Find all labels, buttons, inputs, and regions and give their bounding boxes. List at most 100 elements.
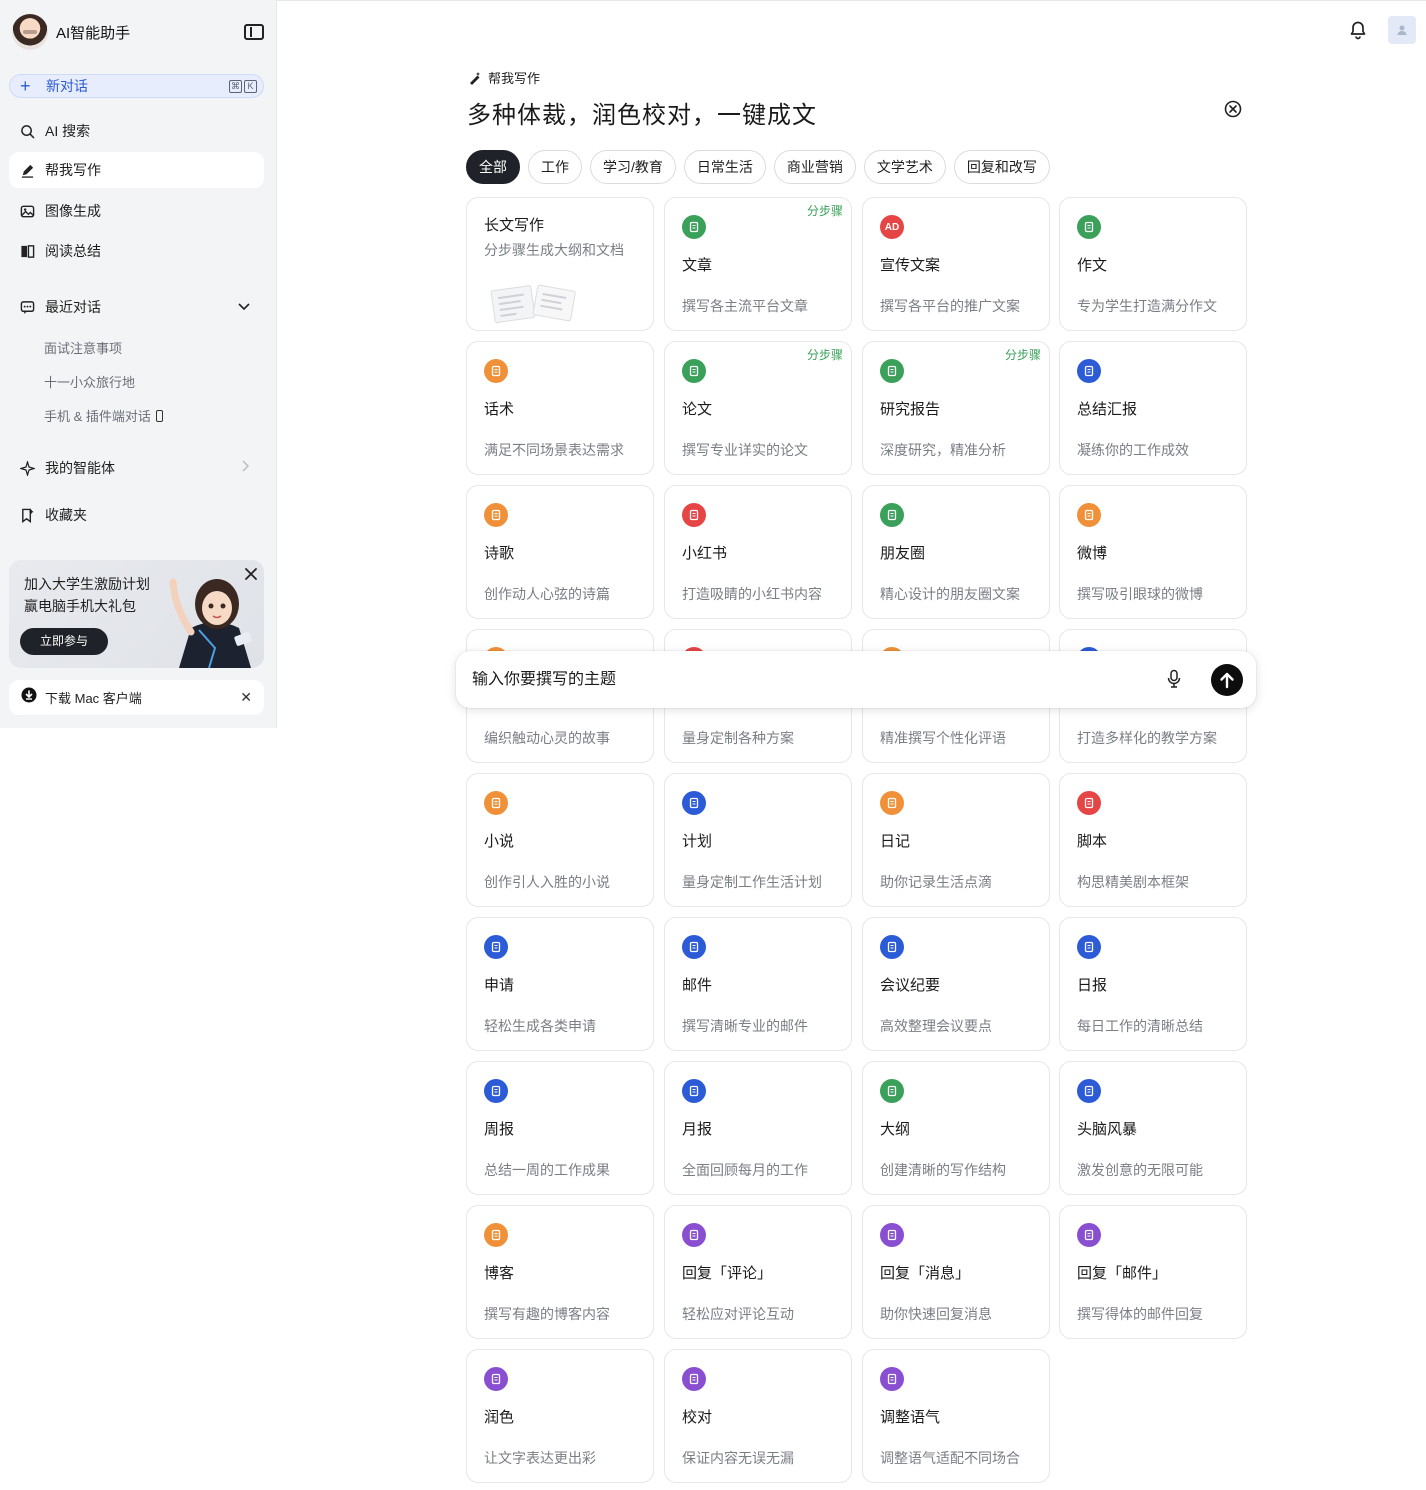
recent-item[interactable]: 面试注意事项	[44, 338, 122, 357]
calendar-icon	[682, 1079, 706, 1103]
writing-card[interactable]: 回复「评论」 轻松应对评论互动	[664, 1205, 852, 1339]
recent-item[interactable]: 十一小众旅行地	[44, 372, 135, 391]
writing-card[interactable]: 大纲 创建清晰的写作结构	[862, 1061, 1050, 1195]
writing-card[interactable]: 周报 总结一周的工作成果	[466, 1061, 654, 1195]
topic-input[interactable]	[472, 670, 1112, 689]
writing-card[interactable]: 申请 轻松生成各类申请	[466, 917, 654, 1051]
join-button[interactable]: 立即参与	[20, 628, 108, 655]
card-title: 润色	[484, 1409, 515, 1426]
writing-card[interactable]: 计划 量身定制工作生活计划	[664, 773, 852, 907]
tab-literature[interactable]: 文学艺术	[863, 150, 946, 184]
chevron-down-icon	[238, 298, 250, 316]
user-avatar[interactable]	[1388, 16, 1416, 44]
writing-card[interactable]: 润色让文字表达更出彩	[466, 1349, 654, 1483]
writing-card[interactable]: 回复「邮件」 撰写得体的邮件回复	[1059, 1205, 1247, 1339]
card-desc: 全面回顾每月的工作	[682, 1162, 808, 1178]
writing-card[interactable]: AD 宣传文案 撰写各平台的推广文案	[862, 197, 1050, 331]
card-title: 微博	[1077, 545, 1108, 562]
card-desc: 让文字表达更出彩	[484, 1450, 596, 1466]
card-desc: 总结一周的工作成果	[484, 1162, 610, 1178]
card-title: 脚本	[1077, 833, 1108, 850]
card-title: 话术	[484, 401, 515, 418]
step-tag: 分步骤	[806, 348, 843, 362]
card-title: 论文	[682, 401, 713, 418]
tab-all[interactable]: 全部	[466, 150, 520, 184]
writing-card[interactable]: 论文 撰写专业详实的论文 分步骤	[664, 341, 852, 475]
report-icon	[880, 359, 904, 383]
poem-icon	[484, 503, 508, 527]
card-title: 会议纪要	[880, 977, 941, 994]
send-button[interactable]	[1211, 664, 1243, 696]
tab-marketing[interactable]: 商业营销	[773, 150, 856, 184]
nav-ai-search[interactable]: AI 搜索	[9, 113, 264, 149]
writing-card[interactable]: 脚本 构思精美剧本框架	[1059, 773, 1247, 907]
tab-study[interactable]: 学习/教育	[590, 150, 676, 184]
polish-icon	[484, 1367, 508, 1391]
writing-card[interactable]: 回复「消息」 助你快速回复消息	[862, 1205, 1050, 1339]
microphone-icon[interactable]	[1166, 669, 1182, 689]
writing-card[interactable]: 话术 满足不同场景表达需求	[466, 341, 654, 475]
search-icon	[19, 123, 35, 139]
sidebar-toggle-icon[interactable]	[244, 24, 264, 40]
card-long-writing[interactable]: 长文写作 分步骤生成大纲和文档	[466, 197, 654, 331]
notification-bell-icon[interactable]	[1348, 20, 1368, 40]
writing-card[interactable]: 邮件 撰写清晰专业的邮件	[664, 917, 852, 1051]
writing-card[interactable]: 小红书 打造吸睛的小红书内容	[664, 485, 852, 619]
card-desc: 轻松生成各类申请	[484, 1018, 596, 1034]
writing-card[interactable]: 校对 保证内容无误无漏	[664, 1349, 852, 1483]
writing-card[interactable]: 朋友圈 精心设计的朋友圈文案	[862, 485, 1050, 619]
close-download-icon[interactable]: ✕	[240, 689, 252, 706]
writing-card[interactable]: 文章 撰写各主流平台文章 分步骤	[664, 197, 852, 331]
writing-card[interactable]: 博客撰写有趣的博客内容	[466, 1205, 654, 1339]
writing-card[interactable]: 小说 创作引人入胜的小说	[466, 773, 654, 907]
close-promo-icon[interactable]	[244, 567, 258, 581]
tab-work[interactable]: 工作	[528, 150, 582, 184]
card-title: 回复「评论」	[682, 1265, 773, 1282]
nav-image-gen[interactable]: 图像生成	[9, 193, 264, 229]
nav-label: 图像生成	[45, 203, 101, 219]
card-title: 朋友圈	[880, 545, 926, 562]
card-title: 日报	[1077, 977, 1108, 994]
tab-rewrite[interactable]: 回复和改写	[953, 150, 1050, 184]
download-mac-client[interactable]: 下载 Mac 客户端 ✕	[9, 680, 264, 715]
close-circle-icon[interactable]	[1224, 100, 1242, 118]
bulb-icon	[1077, 1079, 1101, 1103]
writing-card[interactable]: 微博 撰写吸引眼球的微博	[1059, 485, 1247, 619]
topic-input-bar	[456, 651, 1256, 708]
nav-my-agents[interactable]: 我的智能体	[9, 450, 264, 486]
writing-card[interactable]: 调整语气 调整语气适配不同场合	[862, 1349, 1050, 1483]
summary-icon	[1077, 359, 1101, 383]
writing-card[interactable]: 作文 专为学生打造满分作文	[1059, 197, 1247, 331]
nav-read-summary[interactable]: 阅读总结	[9, 233, 264, 269]
writing-card[interactable]: 诗歌 创作动人心弦的诗篇	[466, 485, 654, 619]
nav-help-write[interactable]: 帮我写作	[9, 152, 264, 188]
recent-chats-toggle[interactable]: 最近对话	[9, 289, 264, 325]
command-key: ⌘	[229, 79, 242, 93]
card-title: 回复「邮件」	[1077, 1265, 1168, 1282]
card-desc: 撰写有趣的博客内容	[484, 1306, 610, 1322]
card-desc: 助你快速回复消息	[880, 1306, 992, 1322]
writing-card[interactable]: 总结汇报 凝练你的工作成效	[1059, 341, 1247, 475]
new-chat-button[interactable]: + 新对话 ⌘ K	[9, 74, 264, 98]
sidebar-header: AI智能助手	[12, 14, 264, 50]
writing-card[interactable]: 日记 助你记录生活点滴	[862, 773, 1050, 907]
clapper-icon	[1077, 791, 1101, 815]
sidebar: AI智能助手 + 新对话 ⌘ K AI 搜索 帮我写作 图像生成 阅读总结 最近…	[0, 0, 277, 728]
nav-favorites[interactable]: 收藏夹	[9, 497, 264, 533]
writing-card[interactable]: 研究报告 深度研究，精准分析 分步骤	[862, 341, 1050, 475]
writing-card[interactable]: 会议纪要 高效整理会议要点	[862, 917, 1050, 1051]
tab-daily[interactable]: 日常生活	[683, 150, 766, 184]
card-title: 博客	[484, 1265, 515, 1282]
writing-card[interactable]: 日报 每日工作的清晰总结	[1059, 917, 1247, 1051]
card-desc: 分步骤生成大纲和文档	[484, 242, 624, 258]
card-title: 邮件	[682, 977, 713, 994]
card-title: 头脑风暴	[1077, 1121, 1138, 1138]
writing-card[interactable]: 月报 全面回顾每月的工作	[664, 1061, 852, 1195]
recent-item-mobile[interactable]: 手机 & 插件端对话	[44, 406, 163, 425]
reply-comment-icon	[682, 1223, 706, 1247]
card-desc: 量身定制各种方案	[682, 730, 794, 746]
calendar-icon	[1077, 935, 1101, 959]
document-icon	[682, 215, 706, 239]
writing-card[interactable]: 头脑风暴 激发创意的无限可能	[1059, 1061, 1247, 1195]
arrow-up-icon	[1220, 672, 1234, 689]
